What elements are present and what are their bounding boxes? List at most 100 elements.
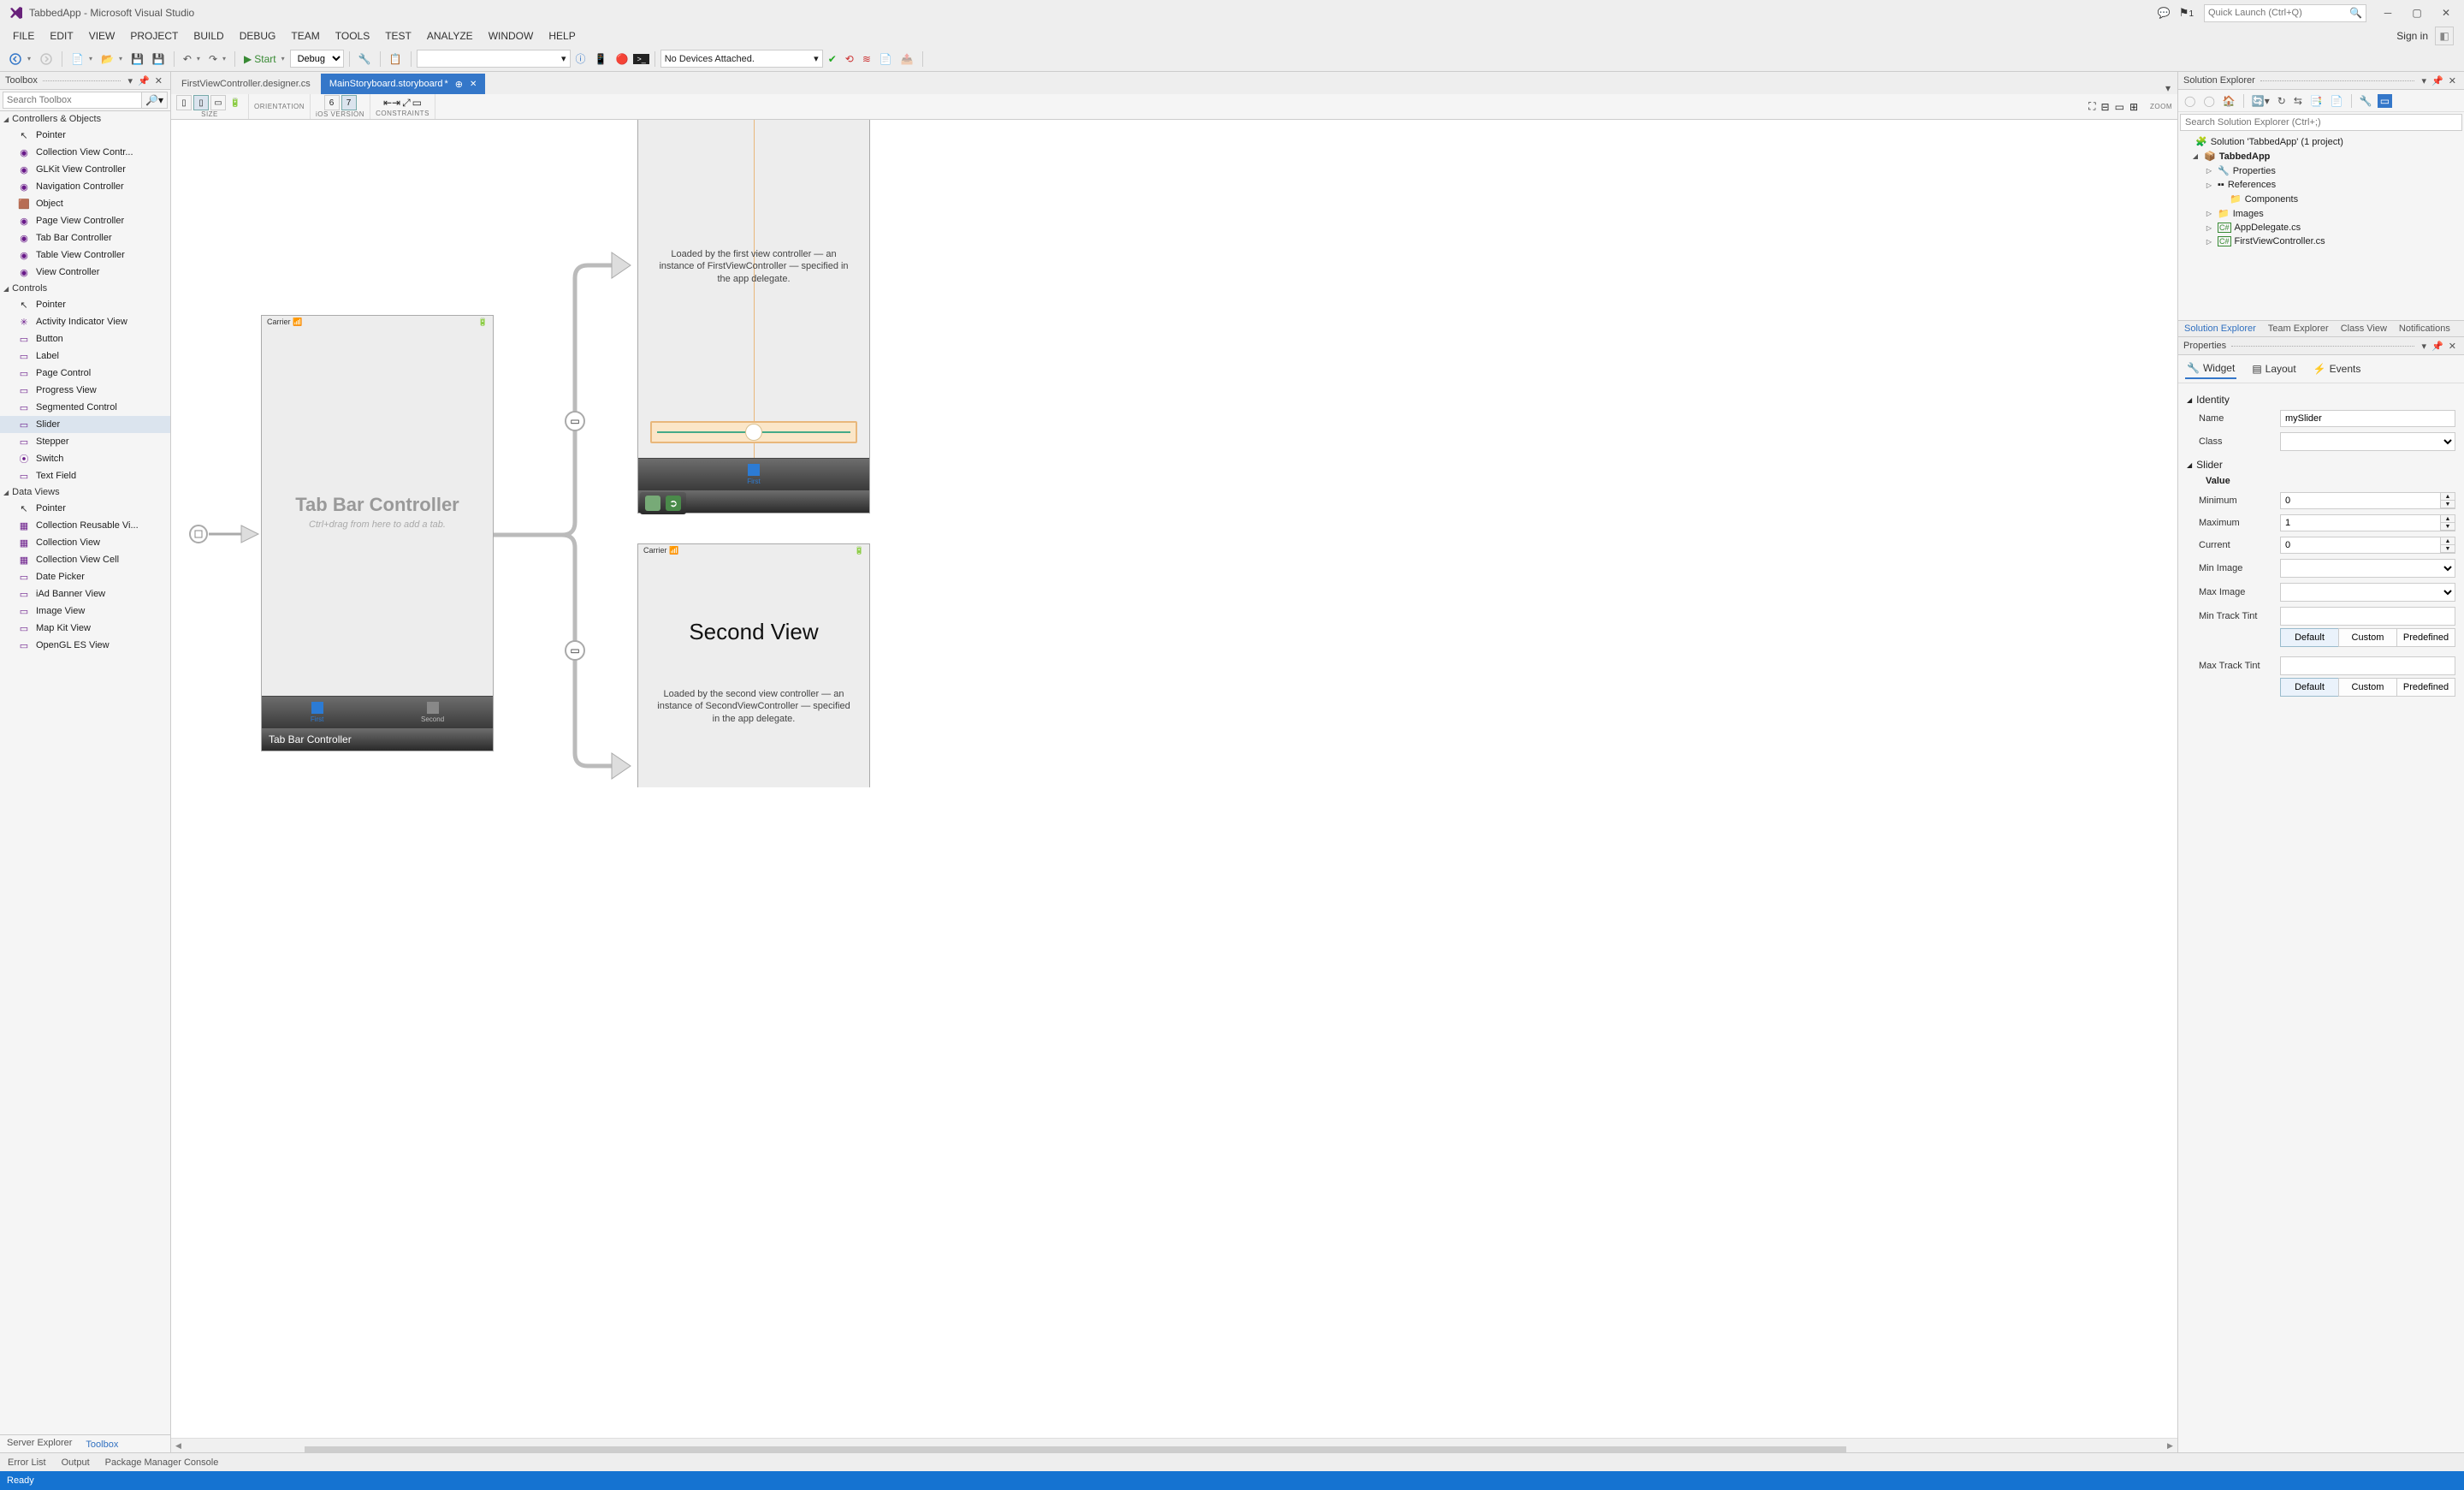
spin-up[interactable]: ▲ <box>2441 515 2455 523</box>
toolbox-item[interactable]: ◉Collection View Contr... <box>0 144 170 161</box>
scene-first[interactable]: Loaded by the first view controller — an… <box>637 120 870 513</box>
menu-debug[interactable]: DEBUG <box>232 27 284 45</box>
node-references[interactable]: References <box>2228 180 2276 190</box>
tb-icon-5[interactable]: >_ <box>633 54 649 64</box>
search-icon[interactable]: 🔎▾ <box>142 92 168 109</box>
node-firstvc[interactable]: FirstViewController.cs <box>2235 236 2325 246</box>
scene-tabbarcontroller[interactable]: Carrier 📶🔋 Tab Bar Controller Ctrl+drag … <box>261 315 494 751</box>
ptab-events[interactable]: ⚡Events <box>2312 359 2363 379</box>
soln-project[interactable]: TabbedApp <box>2219 151 2271 162</box>
dock-vc-icon[interactable] <box>645 496 660 511</box>
quick-launch-input[interactable] <box>2208 8 2349 18</box>
toolbox-item[interactable]: ▭OpenGL ES View <box>0 637 170 654</box>
spin-down[interactable]: ▼ <box>2441 523 2455 531</box>
toolbox-search-input[interactable] <box>3 92 142 109</box>
toolbox-item[interactable]: ↖Pointer <box>0 127 170 144</box>
tab-toolbox[interactable]: Toolbox <box>79 1435 125 1452</box>
constraint-icon-1[interactable]: ⇤⇥ <box>383 97 400 110</box>
soln-home[interactable]: 🏠 <box>2220 93 2238 109</box>
config-select[interactable]: Debug <box>290 50 344 68</box>
input-min[interactable] <box>2280 492 2440 509</box>
menu-build[interactable]: BUILD <box>186 27 231 45</box>
toolbox-item[interactable]: ▭Slider <box>0 416 170 433</box>
spin-down[interactable]: ▼ <box>2441 501 2455 508</box>
process-combo[interactable]: ▾ <box>417 50 571 68</box>
toolbox-item[interactable]: 🟫Object <box>0 195 170 212</box>
toolbox-group[interactable]: Data Views <box>0 484 170 500</box>
tb-icon-1[interactable]: 🔧 <box>355 51 375 67</box>
group-identity[interactable]: Identity <box>2187 389 2455 407</box>
toolbox-item[interactable]: ▦Collection Reusable Vi... <box>0 517 170 534</box>
soln-showall[interactable]: 📑 <box>2307 93 2325 109</box>
storyboard-canvas[interactable]: Carrier 📶🔋 Tab Bar Controller Ctrl+drag … <box>171 120 2177 1438</box>
toolbox-item[interactable]: ▭Image View <box>0 603 170 620</box>
notifications-flag[interactable]: ⚑1 <box>2176 6 2197 20</box>
canvas-hscroll[interactable]: ◀▶ <box>171 1438 2177 1452</box>
seg-maxtrack-custom[interactable]: Custom <box>2338 678 2397 697</box>
search-icon[interactable]: 🔍 <box>2349 7 2362 19</box>
menu-window[interactable]: WINDOW <box>481 27 542 45</box>
toolbox-item[interactable]: ▭iAd Banner View <box>0 585 170 603</box>
toolbox-item[interactable]: ◉Page View Controller <box>0 212 170 229</box>
toolbox-item[interactable]: ◉Table View Controller <box>0 246 170 264</box>
nav-back-button[interactable] <box>5 50 34 68</box>
soln-refresh[interactable]: ↻ <box>2275 93 2289 109</box>
tb-icon-7[interactable]: 📄 <box>876 51 896 67</box>
close-button[interactable]: ✕ <box>2431 0 2461 26</box>
redo-button[interactable]: ↷ <box>205 51 229 67</box>
constraint-icon-2[interactable]: ⤢ <box>402 97 411 110</box>
constraint-icon-3[interactable]: ▭ <box>412 97 422 110</box>
select-class[interactable] <box>2280 432 2455 451</box>
tabbar[interactable]: First Second <box>262 696 493 728</box>
scene-second[interactable]: Carrier 📶🔋 Second View Loaded by the sec… <box>637 543 870 787</box>
tab-pmc[interactable]: Package Manager Console <box>98 1456 227 1469</box>
toolbox-group[interactable]: Controls <box>0 281 170 296</box>
save-button[interactable]: 💾 <box>127 51 147 67</box>
toolbox-item[interactable]: ◉GLKit View Controller <box>0 161 170 178</box>
input-name[interactable] <box>2280 410 2455 427</box>
ptab-layout[interactable]: ▤Layout <box>2250 359 2297 379</box>
size-tablet[interactable]: ▭ <box>210 95 226 110</box>
seg-mintrack-custom[interactable]: Custom <box>2338 628 2397 647</box>
soln-pin[interactable]: 📌 <box>2429 75 2446 86</box>
spin-up[interactable]: ▲ <box>2441 537 2455 545</box>
tab-team-explorer[interactable]: Team Explorer <box>2262 321 2335 336</box>
menu-project[interactable]: PROJECT <box>122 27 186 45</box>
menu-team[interactable]: TEAM <box>283 27 327 45</box>
toolbox-item[interactable]: ▦Collection View Cell <box>0 551 170 568</box>
slider-selection[interactable] <box>650 421 857 443</box>
spin-up[interactable]: ▲ <box>2441 493 2455 501</box>
soln-fwd[interactable]: ◯ <box>2200 93 2217 109</box>
nav-fwd-button[interactable] <box>36 50 56 68</box>
tb-icon-8[interactable]: 📤 <box>897 51 917 67</box>
user-avatar[interactable]: ◧ <box>2435 27 2454 45</box>
start-button[interactable]: ▶ Start <box>240 51 288 67</box>
toolbox-item[interactable]: ▭Stepper <box>0 433 170 450</box>
tab-error-list[interactable]: Error List <box>0 1456 54 1469</box>
menu-file[interactable]: FILE <box>5 27 42 45</box>
undo-button[interactable]: ↶ <box>180 51 204 67</box>
toolbox-item[interactable]: ↖Pointer <box>0 296 170 313</box>
tab-soln-explorer[interactable]: Solution Explorer <box>2178 321 2262 336</box>
size-phone4[interactable]: ▯ <box>176 95 192 110</box>
soln-close[interactable]: ✕ <box>2446 75 2459 86</box>
tab-notifications[interactable]: Notifications <box>2393 321 2456 336</box>
open-button[interactable]: 📂 <box>98 51 126 67</box>
soln-root[interactable]: Solution 'TabbedApp' (1 project) <box>2211 137 2343 147</box>
toolbox-item[interactable]: ▭Page Control <box>0 365 170 382</box>
props-close[interactable]: ✕ <box>2446 341 2459 352</box>
menu-help[interactable]: HELP <box>541 27 583 45</box>
feedback-icon[interactable]: 💬 <box>2153 7 2176 19</box>
soln-sync[interactable]: 🔄▾ <box>2249 93 2272 109</box>
tab-server-explorer[interactable]: Server Explorer <box>0 1435 79 1452</box>
zoom-fit[interactable]: ⛶ <box>2088 100 2095 113</box>
select-maximg[interactable] <box>2280 583 2455 602</box>
close-tab[interactable]: ✕ <box>470 80 477 89</box>
toolbox-item[interactable]: ▭Segmented Control <box>0 399 170 416</box>
ios7-button[interactable]: 7 <box>341 95 357 110</box>
save-all-button[interactable]: 💾 <box>149 51 169 67</box>
input-cur[interactable] <box>2280 537 2440 554</box>
quick-launch[interactable]: 🔍 <box>2204 4 2366 22</box>
zoom-100[interactable]: ▭ <box>2115 101 2124 113</box>
toolbox-close[interactable]: ✕ <box>152 75 165 86</box>
